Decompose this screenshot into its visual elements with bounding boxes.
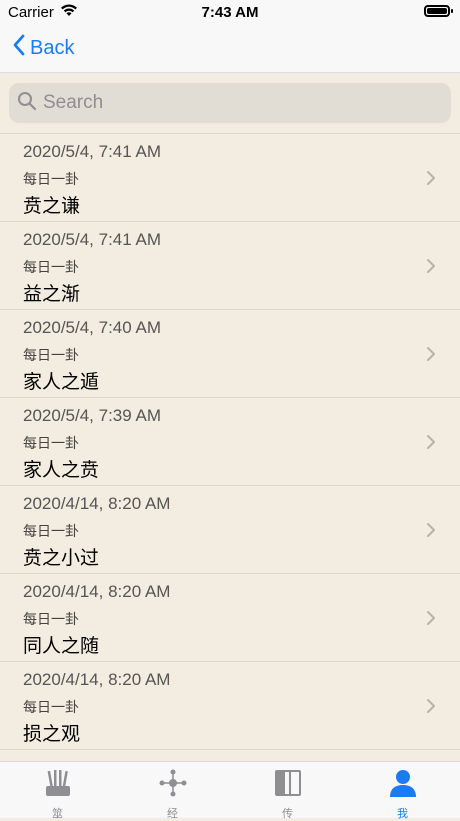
- search-bar: Search: [0, 73, 460, 134]
- search-input[interactable]: Search: [9, 83, 451, 123]
- person-icon: [388, 768, 418, 803]
- item-subtitle: 每日一卦: [23, 435, 79, 451]
- search-placeholder: Search: [43, 92, 104, 113]
- tab-jing[interactable]: 经: [115, 762, 230, 820]
- list-item[interactable]: 2020/5/4, 7:39 AM 每日一卦 家人之贲: [0, 398, 460, 486]
- item-subtitle: 每日一卦: [23, 699, 79, 715]
- network-icon: [158, 768, 188, 803]
- tab-label: 我: [397, 808, 408, 820]
- status-bar: Carrier 7:43 AM: [0, 0, 460, 24]
- item-subtitle: 每日一卦: [23, 171, 79, 187]
- list-item[interactable]: 2020/4/14, 8:20 AM 每日一卦 贲之小过: [0, 486, 460, 574]
- chevron-right-icon: [426, 170, 436, 191]
- item-time: 2020/4/14, 8:20 AM: [23, 582, 171, 601]
- item-time: 2020/4/14, 8:20 AM: [23, 494, 171, 513]
- item-title: 贲之谦: [23, 196, 81, 217]
- chevron-right-icon: [426, 258, 436, 279]
- status-time: 7:43 AM: [201, 4, 259, 21]
- item-title: 同人之随: [23, 636, 100, 657]
- item-title: 益之渐: [23, 284, 81, 305]
- item-time: 2020/5/4, 7:41 AM: [23, 142, 161, 161]
- item-subtitle: 每日一卦: [23, 347, 79, 363]
- navigation-bar: Back: [0, 24, 460, 73]
- history-list: 2020/5/4, 7:41 AM 每日一卦 贲之谦 2020/5/4, 7:4…: [0, 134, 460, 750]
- item-title: 家人之遁: [23, 372, 100, 393]
- tab-label: 经: [167, 808, 178, 820]
- tab-shi[interactable]: 筮: [0, 762, 115, 820]
- tab-label: 筮: [52, 808, 63, 820]
- back-button[interactable]: Back: [12, 34, 74, 62]
- list-item[interactable]: 2020/4/14, 8:20 AM 每日一卦 损之观: [0, 662, 460, 750]
- search-icon: [17, 91, 37, 116]
- item-subtitle: 每日一卦: [23, 611, 79, 627]
- chevron-right-icon: [426, 346, 436, 367]
- back-label: Back: [30, 36, 75, 59]
- list-item[interactable]: 2020/5/4, 7:41 AM 每日一卦 益之渐: [0, 222, 460, 310]
- chevron-right-icon: [426, 698, 436, 719]
- sticks-icon: [43, 768, 73, 803]
- tab-label: 传: [282, 808, 293, 820]
- item-subtitle: 每日一卦: [23, 523, 79, 539]
- book-icon: [273, 768, 303, 803]
- battery-icon: [424, 5, 453, 17]
- chevron-right-icon: [426, 522, 436, 543]
- chevron-right-icon: [426, 610, 436, 631]
- chevron-right-icon: [426, 434, 436, 455]
- item-time: 2020/5/4, 7:39 AM: [23, 406, 161, 425]
- list-item[interactable]: 2020/5/4, 7:41 AM 每日一卦 贲之谦: [0, 134, 460, 222]
- tab-bar: 筮 经 传 我: [0, 761, 460, 820]
- list-item[interactable]: 2020/5/4, 7:40 AM 每日一卦 家人之遁: [0, 310, 460, 398]
- item-time: 2020/5/4, 7:40 AM: [23, 318, 161, 337]
- item-subtitle: 每日一卦: [23, 259, 79, 275]
- tab-wo[interactable]: 我: [345, 762, 460, 820]
- chevron-left-icon: [12, 34, 26, 62]
- list-item[interactable]: 2020/4/14, 8:20 AM 每日一卦 同人之随: [0, 574, 460, 662]
- item-time: 2020/5/4, 7:41 AM: [23, 230, 161, 249]
- item-time: 2020/4/14, 8:20 AM: [23, 670, 171, 689]
- item-title: 损之观: [23, 724, 81, 745]
- tab-zhuan[interactable]: 传: [230, 762, 345, 820]
- item-title: 贲之小过: [23, 548, 100, 569]
- item-title: 家人之贲: [23, 460, 100, 481]
